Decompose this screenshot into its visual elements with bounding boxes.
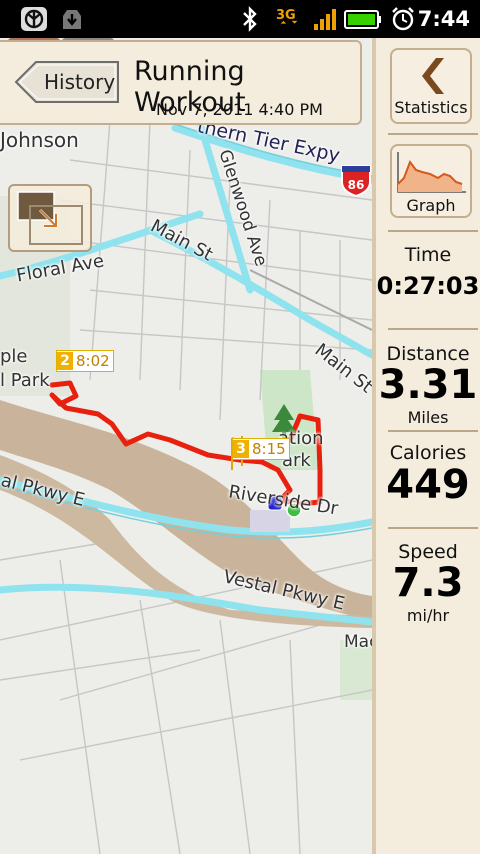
workout-datetime: Nov 7, 2011 4:40 PM (156, 100, 323, 119)
svg-text:3G: 3G (276, 8, 296, 23)
divider (388, 527, 478, 529)
time-value: 0:27:03 (376, 272, 480, 300)
distance-unit: Miles (407, 408, 449, 427)
expand-arrow-icon (17, 191, 83, 245)
app-logo-icon (21, 7, 47, 31)
map-label-park-a: ple (0, 346, 28, 367)
calories-value: 449 (386, 462, 470, 508)
expand-map-button[interactable] (8, 184, 92, 252)
divider (388, 430, 478, 432)
divider (388, 133, 478, 135)
map-label-mac: Mac (344, 632, 372, 652)
time-label: Time (404, 244, 452, 266)
divider (388, 328, 478, 330)
map-label-park-b: l Park (0, 370, 50, 391)
waypoint-2[interactable]: 2 8:02 (56, 350, 114, 372)
history-back-button[interactable]: History (14, 60, 120, 104)
waypoint-time: 8:15 (252, 440, 286, 458)
statistics-button[interactable]: Statistics (390, 48, 472, 124)
waypoint-time: 8:02 (76, 352, 110, 370)
signal-icon (314, 9, 336, 30)
statistics-label: Statistics (394, 98, 468, 117)
svg-text:86: 86 (348, 178, 365, 192)
waypoint-3[interactable]: 3 8:15 (232, 438, 290, 460)
map-label-johnson: Johnson (0, 128, 79, 152)
clock: 7:44 (417, 7, 470, 31)
chevron-left-icon (422, 58, 444, 94)
stats-sidebar: Statistics Graph Time 0:27:03 Distance 3… (372, 38, 480, 854)
alarm-icon (392, 7, 414, 31)
3g-icon: 3G (276, 8, 298, 24)
waypoint-number: 3 (233, 440, 249, 458)
waypoint-number: 2 (57, 352, 73, 370)
distance-value: 3.31 (378, 362, 478, 408)
elevation-graph-icon (397, 152, 466, 193)
graph-button[interactable]: Graph (390, 144, 472, 218)
bluetooth-icon (243, 6, 257, 32)
speed-value: 7.3 (392, 560, 464, 606)
highway-shield-icon: 86 (341, 165, 371, 198)
status-bar: 3G 7:44 (0, 0, 480, 38)
calories-label: Calories (389, 442, 467, 464)
divider (388, 230, 478, 232)
download-icon (63, 10, 81, 29)
graph-label: Graph (406, 196, 456, 215)
workout-header: History Running Workout Nov 7, 2011 4:40… (0, 40, 362, 125)
battery-icon (344, 10, 381, 29)
route-map[interactable]: Johnson thern Tier Expy Glenwood Ave Mai… (0, 38, 372, 854)
speed-unit: mi/hr (406, 606, 450, 625)
history-label: History (44, 70, 116, 94)
